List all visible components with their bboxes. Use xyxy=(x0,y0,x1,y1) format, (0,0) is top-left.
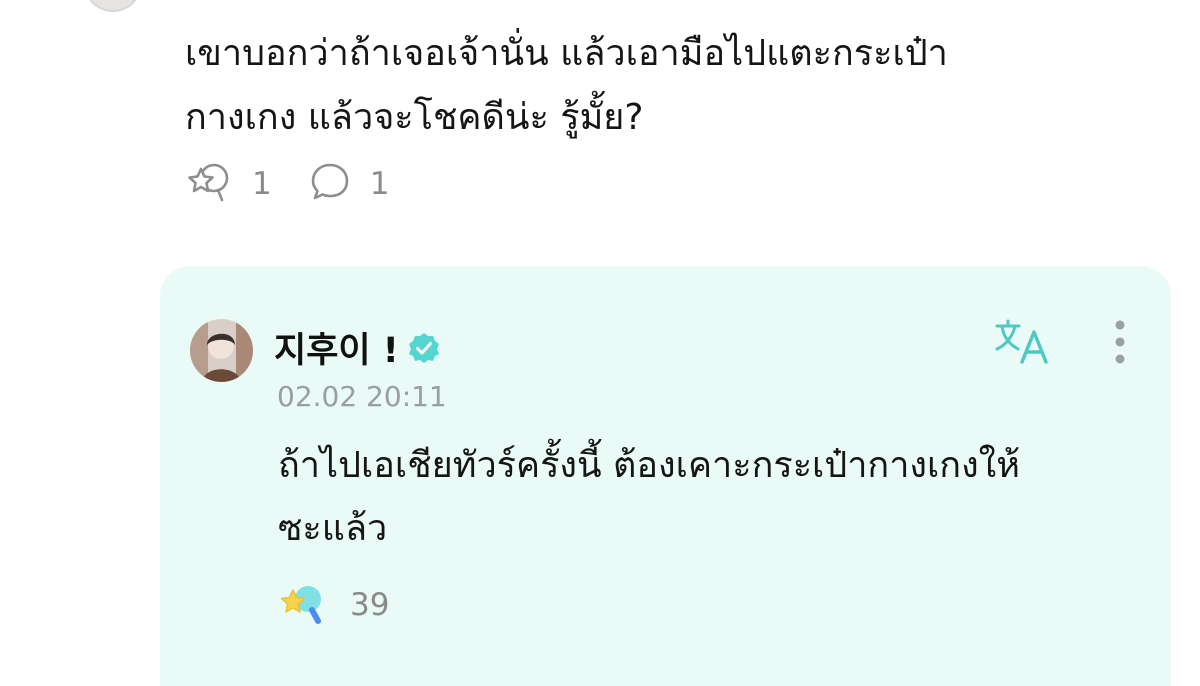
reply-author-name: 지후이 ! xyxy=(274,331,399,371)
reply-cheer-button[interactable]: 39 xyxy=(278,581,389,629)
reply-author-avatar[interactable] xyxy=(190,319,253,382)
cheer-button[interactable]: 1 xyxy=(186,160,272,208)
reply-card: 지후이 ! 02.02 20:11 ถ้าไปเอเชียทัวร์ครั้งน… xyxy=(160,266,1171,686)
reply-text-line: ซะแล้ว xyxy=(278,508,388,549)
comment-bubble-icon xyxy=(308,160,352,208)
translate-icon xyxy=(994,319,1054,370)
cheer-star-icon xyxy=(186,160,234,208)
reply-body: ถ้าไปเอเชียทัวร์ครั้งนี้ ต้องเคาะกระเป๋า… xyxy=(278,434,1158,560)
more-options-button[interactable] xyxy=(1110,318,1130,370)
reply-timestamp: 02.02 20:11 xyxy=(277,380,447,413)
verified-badge-icon xyxy=(407,331,441,365)
post-author-avatar[interactable] xyxy=(84,0,142,12)
post-text-line: เขาบอกว่าถ้าเจอเจ้านั่น แล้วเอามือไปแตะก… xyxy=(185,33,948,74)
post-text-line: กางเกง แล้วจะโชคดีน่ะ รู้มั้ย? xyxy=(185,97,644,138)
reply-text-line: ถ้าไปเอเชียทัวร์ครั้งนี้ ต้องเคาะกระเป๋า… xyxy=(278,445,1020,486)
translate-button[interactable] xyxy=(994,318,1054,366)
reply-author[interactable]: 지후이 ! xyxy=(274,322,441,373)
cheer-star-colored-icon xyxy=(278,581,328,629)
cheer-count: 1 xyxy=(252,166,272,202)
comment-count: 1 xyxy=(369,166,390,202)
post-actions: 1 1 xyxy=(186,162,425,206)
comment-button[interactable]: 1 xyxy=(308,160,390,208)
post-body: เขาบอกว่าถ้าเจอเจ้านั่น แล้วเอามือไปแตะก… xyxy=(185,22,1145,150)
reply-cheer-count: 39 xyxy=(350,587,390,623)
more-vertical-icon xyxy=(1110,320,1130,374)
